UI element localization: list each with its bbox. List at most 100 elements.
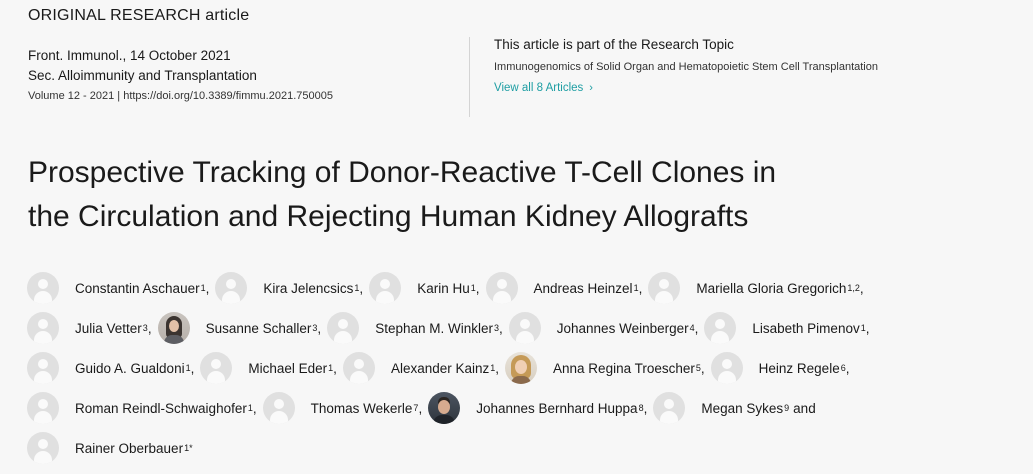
author-separator: , — [700, 360, 705, 376]
author-link[interactable]: Kira Jelencsics 1 — [215, 272, 359, 304]
author-name: Mariella Gloria Gregorich — [696, 280, 847, 296]
author-separator: , — [643, 400, 648, 416]
journal-section[interactable]: Sec. Alloimmunity and Transplantation — [28, 66, 333, 86]
author-separator: , — [205, 280, 210, 296]
author-row: Roman Reindl-Schwaighofer 1, Thomas Weker… — [27, 388, 1017, 428]
research-topic-box: This article is part of the Research Top… — [494, 35, 914, 96]
author-separator: , — [495, 360, 500, 376]
author-name: Susanne Schaller — [205, 320, 312, 336]
author-name: Johannes Weinberger — [556, 320, 689, 336]
avatar-placeholder-icon — [342, 352, 375, 384]
author-photo — [157, 312, 190, 344]
research-topic-name[interactable]: Immunogenomics of Solid Organ and Hemato… — [494, 59, 914, 75]
avatar-placeholder-icon — [200, 352, 233, 384]
author-name: Megan Sykes — [701, 400, 784, 416]
author-link[interactable]: Megan Sykes 9 — [653, 392, 789, 424]
author-separator: , — [859, 280, 864, 296]
author-link[interactable]: Rainer Oberbauer 1* — [27, 432, 193, 464]
author-row: Constantin Aschauer 1, Kira Jelencsics 1, … — [27, 268, 1017, 308]
author-row: Julia Vetter 3, Susanne Schaller 3, Stepha… — [27, 308, 1017, 348]
affiliation-number: 1,2 — [847, 283, 860, 293]
author-separator: , — [190, 360, 195, 376]
author-link[interactable]: Alexander Kainz 1 — [342, 352, 495, 384]
author-name: Rainer Oberbauer — [75, 440, 184, 456]
author-name: Kira Jelencsics — [263, 280, 354, 296]
avatar-placeholder-icon — [27, 392, 59, 424]
view-all-label: View all 8 Articles — [494, 82, 584, 94]
author-name: Lisabeth Pimenov — [752, 320, 860, 336]
title-line-1: Prospective Tracking of Donor-Reactive T… — [28, 156, 777, 189]
author-name: Heinz Regele — [758, 360, 840, 376]
avatar-placeholder-icon — [215, 272, 248, 304]
author-link[interactable]: Karin Hu 1 — [369, 272, 476, 304]
author-separator: , — [865, 320, 870, 336]
journal-date: Front. Immunol., 14 October 2021 — [28, 48, 231, 63]
affiliation-number: 1* — [184, 443, 193, 453]
avatar-placeholder-icon — [27, 432, 59, 464]
avatar-placeholder-icon — [710, 352, 743, 384]
author-name: Anna Regina Troescher — [553, 360, 695, 376]
author-separator: , — [694, 320, 699, 336]
author-link[interactable]: Julia Vetter 3 — [27, 312, 148, 344]
author-link[interactable]: Stephan M. Winkler 3 — [327, 312, 499, 344]
author-separator: , — [147, 320, 152, 336]
author-separator: , — [359, 280, 364, 296]
author-name: Andreas Heinzel — [533, 280, 633, 296]
author-link[interactable]: Michael Eder 1 — [200, 352, 333, 384]
author-separator: , — [333, 360, 337, 376]
author-separator: , — [252, 400, 257, 416]
author-name: Julia Vetter — [75, 320, 142, 336]
avatar-placeholder-icon — [704, 312, 737, 344]
author-name: Constantin Aschauer — [75, 280, 200, 296]
author-separator: , — [845, 360, 850, 376]
author-link[interactable]: Andreas Heinzel 1 — [485, 272, 639, 304]
author-separator: , — [418, 400, 423, 416]
author-link[interactable]: Mariella Gloria Gregorich 1,2 — [648, 272, 860, 304]
avatar-placeholder-icon — [369, 272, 402, 304]
author-name: Alexander Kainz — [390, 360, 490, 376]
author-photo — [505, 352, 538, 384]
avatar-placeholder-icon — [27, 352, 59, 384]
avatar-placeholder-icon — [27, 272, 59, 304]
meta-divider — [469, 37, 470, 117]
avatar-placeholder-icon — [648, 272, 681, 304]
avatar-placeholder-icon — [653, 392, 686, 424]
author-link[interactable]: Roman Reindl-Schwaighofer 1 — [27, 392, 253, 424]
author-separator: , — [317, 320, 322, 336]
author-name: Stephan M. Winkler — [375, 320, 493, 336]
avatar-placeholder-icon — [27, 312, 59, 344]
publication-meta: Front. Immunol., 14 October 2021 Sec. Al… — [28, 46, 333, 106]
author-name: Roman Reindl-Schwaighofer — [75, 400, 247, 416]
author-link[interactable]: Susanne Schaller 3 — [157, 312, 317, 344]
author-name: Thomas Wekerle — [310, 400, 413, 416]
author-link[interactable]: Heinz Regele 6 — [710, 352, 846, 384]
author-separator: , — [499, 320, 503, 336]
title-line-2: the Circulation and Rejecting Human Kidn… — [28, 200, 749, 233]
author-row: Guido A. Gualdoni 1, Michael Eder 1, Alexa… — [27, 348, 1017, 388]
author-link[interactable]: Johannes Weinberger 4 — [508, 312, 695, 344]
article-type: ORIGINAL RESEARCH article — [28, 7, 250, 24]
author-name: Guido A. Gualdoni — [75, 360, 185, 376]
article-title: Prospective Tracking of Donor-Reactive T… — [28, 151, 928, 239]
author-link[interactable]: Lisabeth Pimenov 1 — [704, 312, 866, 344]
author-separator: and — [793, 400, 816, 416]
author-separator: , — [475, 280, 480, 296]
avatar-placeholder-icon — [508, 312, 541, 344]
research-topic-heading: This article is part of the Research Top… — [494, 37, 734, 52]
author-row: Rainer Oberbauer 1* — [27, 428, 1017, 468]
author-name: Johannes Bernhard Huppa — [476, 400, 638, 416]
author-link[interactable]: Thomas Wekerle 7 — [262, 392, 418, 424]
view-all-articles-link[interactable]: View all 8 Articles › — [494, 82, 593, 94]
chevron-right-icon: › — [589, 82, 593, 94]
author-list: Constantin Aschauer 1, Kira Jelencsics 1, … — [27, 268, 1017, 468]
author-link[interactable]: Johannes Bernhard Huppa 8 — [428, 392, 644, 424]
author-link[interactable]: Guido A. Gualdoni 1 — [27, 352, 191, 384]
author-separator: , — [638, 280, 643, 296]
author-link[interactable]: Anna Regina Troescher 5 — [505, 352, 701, 384]
author-photo — [428, 392, 461, 424]
affiliation-number: 9 — [784, 403, 790, 413]
volume-doi[interactable]: Volume 12 - 2021 | https://doi.org/10.33… — [28, 86, 333, 106]
avatar-placeholder-icon — [262, 392, 295, 424]
avatar-placeholder-icon — [327, 312, 360, 344]
author-link[interactable]: Constantin Aschauer 1 — [27, 272, 206, 304]
